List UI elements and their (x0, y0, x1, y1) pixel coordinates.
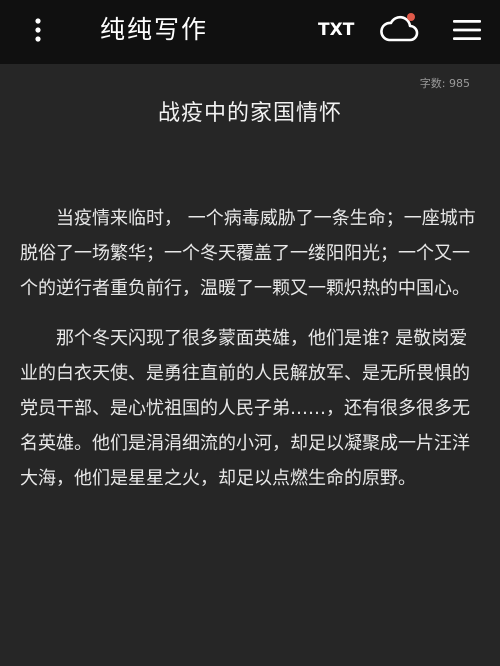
more-vertical-icon[interactable] (28, 16, 48, 44)
word-count: 字数: 985 (419, 77, 470, 90)
document-body[interactable]: 当疫情来临时， 一个病毒威胁了一条生命；一座城市脱俗了一场繁华；一个冬天覆盖了一… (20, 201, 480, 496)
top-toolbar: 纯纯写作 TXT (0, 0, 500, 64)
cloud-sync-icon[interactable] (380, 10, 420, 46)
txt-export-button[interactable]: TXT (318, 19, 354, 41)
document-title[interactable]: 战疫中的家国情怀 (0, 100, 500, 128)
app-title: 纯纯写作 (100, 15, 209, 44)
notification-dot (407, 13, 415, 21)
paragraph-1[interactable]: 当疫情来临时， 一个病毒威胁了一条生命；一座城市脱俗了一场繁华；一个冬天覆盖了一… (20, 201, 480, 306)
paragraph-2[interactable]: 那个冬天闪现了很多蒙面英雄，他们是谁? 是敬岗爱业的白衣天使、是勇往直前的人民解… (20, 321, 480, 496)
hamburger-menu-icon[interactable] (452, 18, 482, 42)
